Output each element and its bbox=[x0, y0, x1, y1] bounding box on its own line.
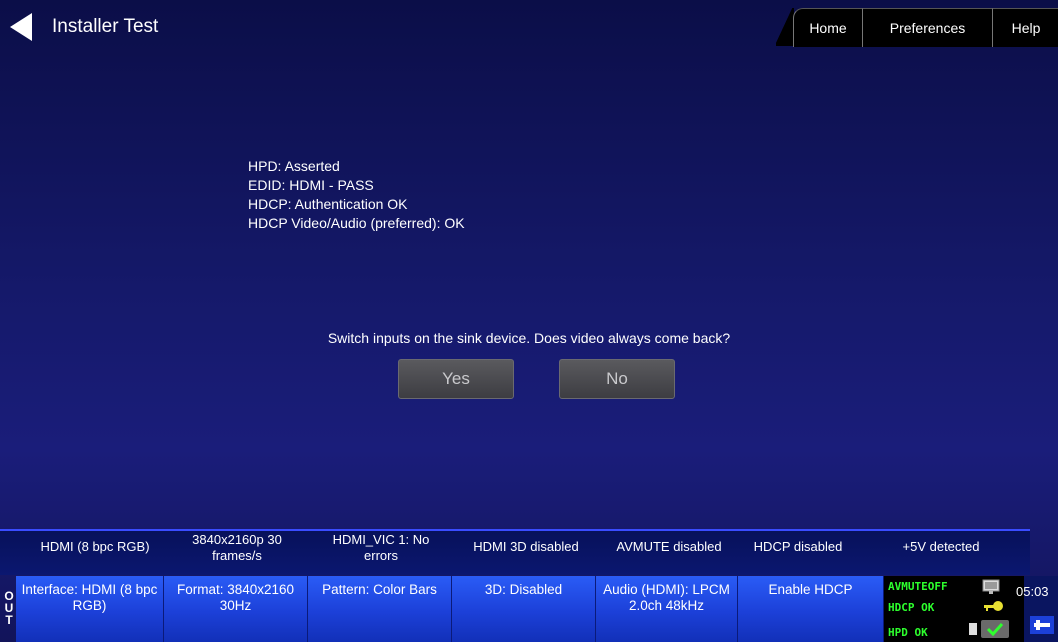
tab-help[interactable]: Help bbox=[992, 8, 1058, 47]
in-vic: HDMI_VIC 1: No errors bbox=[332, 532, 430, 563]
status-panel: HPD: Asserted EDID: HDMI - PASS HDCP: Au… bbox=[248, 157, 465, 233]
checkmark-icon bbox=[981, 620, 1009, 638]
input-status-bar: HDMI (8 bpc RGB) 3840x2160p 30 frames/s … bbox=[0, 529, 1030, 575]
hdcp-status: HDCP: Authentication OK bbox=[248, 196, 408, 212]
in-5v: +5V detected bbox=[902, 539, 980, 554]
audio-button[interactable]: Audio (HDMI): LPCM 2.0ch 48kHz bbox=[596, 576, 738, 642]
in-3d: HDMI 3D disabled bbox=[473, 539, 579, 554]
back-arrow-icon[interactable] bbox=[10, 13, 32, 41]
format-button[interactable]: Format: 3840x2160 30Hz bbox=[164, 576, 308, 642]
in-avmute: AVMUTE disabled bbox=[616, 539, 722, 554]
status-indicators: AVMUTEOFF HDCP OK HPD OK bbox=[884, 576, 1024, 642]
hdcp-video-audio-status: HDCP Video/Audio (preferred): OK bbox=[248, 215, 465, 231]
hpd-indicator: HPD OK bbox=[888, 626, 928, 639]
in-hdcp: HDCP disabled bbox=[753, 539, 843, 554]
tab-preferences[interactable]: Preferences bbox=[862, 8, 992, 47]
output-controls-bar: Interface: HDMI (8 bpc RGB) Format: 3840… bbox=[16, 576, 1058, 642]
edid-status: EDID: HDMI - PASS bbox=[248, 177, 374, 193]
out-row-label: OUT bbox=[4, 589, 14, 627]
tab-home[interactable]: Home bbox=[793, 8, 862, 47]
tab-decoration bbox=[776, 8, 794, 46]
enable-hdcp-button[interactable]: Enable HDCP bbox=[738, 576, 884, 642]
yes-button[interactable]: Yes bbox=[398, 359, 514, 399]
key-icon bbox=[984, 601, 1003, 611]
hdcp-indicator: HDCP OK bbox=[888, 601, 935, 614]
header: Installer Test Home Preferences Help bbox=[0, 0, 1058, 52]
avmute-indicator: AVMUTEOFF bbox=[888, 580, 948, 593]
prompt-question: Switch inputs on the sink device. Does v… bbox=[327, 330, 731, 346]
pattern-button[interactable]: Pattern: Color Bars bbox=[308, 576, 452, 642]
no-button[interactable]: No bbox=[559, 359, 675, 399]
3d-button[interactable]: 3D: Disabled bbox=[452, 576, 596, 642]
interface-button[interactable]: Interface: HDMI (8 bpc RGB) bbox=[16, 576, 164, 642]
in-format: 3840x2160p 30 frames/s bbox=[192, 532, 282, 563]
usb-icon bbox=[969, 623, 977, 635]
usb-connector-icon bbox=[1030, 616, 1054, 634]
page-title: Installer Test bbox=[52, 16, 159, 37]
hpd-status: HPD: Asserted bbox=[248, 158, 340, 174]
monitor-icon bbox=[982, 579, 1000, 594]
clock: 05:03 bbox=[1016, 584, 1049, 599]
in-interface: HDMI (8 bpc RGB) bbox=[40, 539, 150, 554]
